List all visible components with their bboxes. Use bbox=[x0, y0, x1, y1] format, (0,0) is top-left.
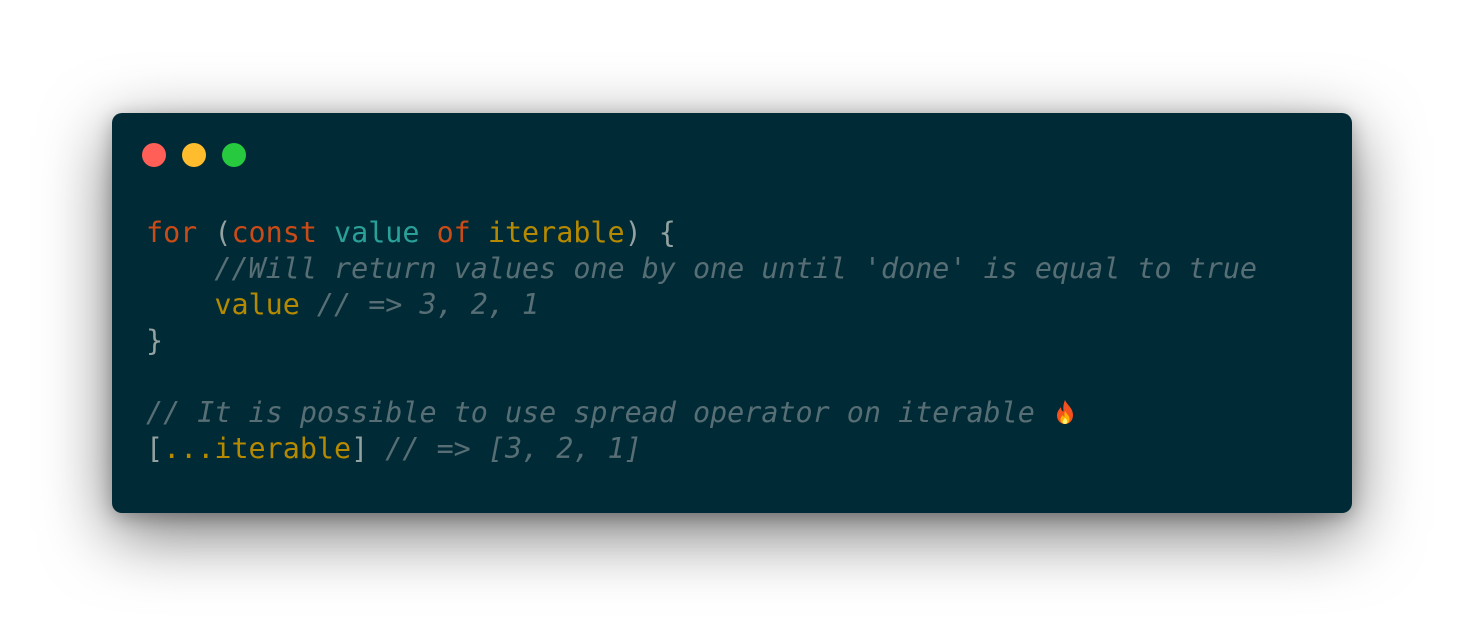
comment: // => [3, 2, 1] bbox=[368, 432, 642, 465]
code-line-3: value // => 3, 2, 1 bbox=[146, 287, 1257, 323]
code-line-6: // It is possible to use spread operator… bbox=[146, 395, 1257, 431]
spread-iterable: ...iterable bbox=[163, 432, 352, 465]
keyword-const: const bbox=[231, 216, 317, 249]
paren-open: ( bbox=[197, 216, 232, 249]
fire-emoji-icon bbox=[1052, 398, 1078, 424]
comment: // It is possible to use spread operator… bbox=[146, 396, 1052, 429]
paren-close-brace: ) { bbox=[624, 216, 676, 249]
keyword-for: for bbox=[146, 216, 198, 249]
minimize-dot-icon[interactable] bbox=[182, 143, 206, 167]
identifier-value: value bbox=[214, 288, 300, 321]
code-block: for (const value of iterable) { //Will r… bbox=[146, 215, 1257, 467]
close-dot-icon[interactable] bbox=[142, 143, 166, 167]
comment: // => 3, 2, 1 bbox=[299, 288, 540, 321]
identifier-iterable: iterable bbox=[487, 216, 625, 249]
comment: //Will return values one by one until 'd… bbox=[214, 252, 1258, 285]
code-window: for (const value of iterable) { //Will r… bbox=[112, 113, 1352, 513]
code-line-2: //Will return values one by one until 'd… bbox=[146, 251, 1257, 287]
bracket-close: ] bbox=[351, 432, 369, 465]
code-line-1: for (const value of iterable) { bbox=[146, 215, 1257, 251]
brace-close: } bbox=[146, 324, 164, 357]
maximize-dot-icon[interactable] bbox=[222, 143, 246, 167]
variable-value: value bbox=[334, 216, 420, 249]
bracket-open: [ bbox=[146, 432, 164, 465]
code-line-4: } bbox=[146, 323, 1257, 359]
keyword-of: of bbox=[436, 216, 471, 249]
code-line-7: [...iterable] // => [3, 2, 1] bbox=[146, 431, 1257, 467]
